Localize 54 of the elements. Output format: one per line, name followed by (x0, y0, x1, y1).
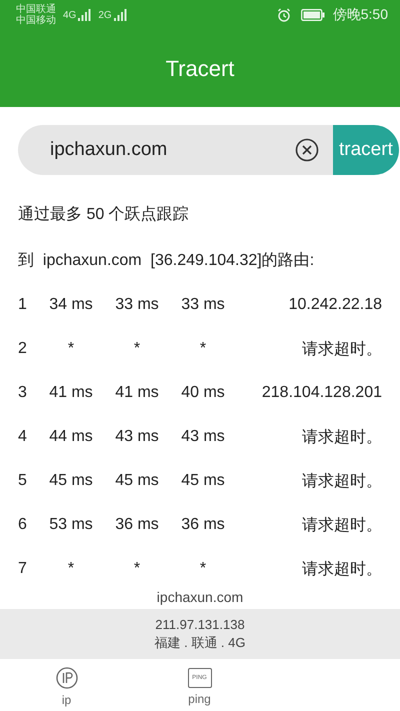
hop-time: 45 ms (180, 472, 226, 490)
hop-address: 请求超时。 (301, 560, 382, 580)
carrier-label: 中国移动 (16, 15, 56, 26)
battery-icon (300, 9, 325, 21)
hop-number: 6 (18, 516, 28, 534)
hop-time: * (132, 560, 142, 578)
hop-number: 2 (18, 340, 28, 358)
output-line: 到 ipchaxun.com [36.249.104.32]的路由: (18, 250, 314, 270)
hop-time: 45 ms (48, 472, 94, 490)
hop-address: 请求超时。 (301, 428, 382, 448)
output-line: 通过最多 50 个跃点跟踪 (18, 204, 189, 224)
network-type-label: 4G (63, 11, 76, 21)
signal-icon (77, 9, 92, 21)
search-bar[interactable]: ipchaxun.com (18, 125, 333, 175)
network-type-label: 2G (98, 11, 112, 21)
hop-time: 36 ms (180, 516, 226, 534)
hop-address: 请求超时。 (301, 340, 382, 360)
app-title: Tracert (166, 56, 234, 82)
nav-tab[interactable]: ip (0, 659, 133, 711)
hop-time: * (198, 340, 208, 358)
hop-time: 33 ms (180, 296, 226, 314)
clock-time: 傍晚5:50 (332, 6, 388, 24)
hop-time: * (132, 340, 142, 358)
clear-icon[interactable] (295, 138, 319, 162)
hop-time: 53 ms (48, 516, 94, 534)
carrier-label: 中国联通 (16, 4, 56, 15)
hop-number: 3 (18, 384, 28, 402)
alarm-icon (276, 8, 291, 22)
ip-address: 211.97.131.138 (155, 616, 245, 634)
hop-address: 218.104.128.201 (260, 384, 382, 402)
hop-time: 41 ms (114, 384, 160, 402)
hop-time: 36 ms (114, 516, 160, 534)
signal-icon (112, 9, 127, 21)
hop-number: 5 (18, 472, 28, 490)
hop-address: 请求超时。 (301, 472, 382, 492)
hop-time: 43 ms (180, 428, 226, 446)
hop-time: 44 ms (48, 428, 94, 446)
hop-number: 4 (18, 428, 28, 446)
hop-time: 41 ms (48, 384, 94, 402)
search-field[interactable]: ipchaxun.com (50, 139, 295, 161)
hop-time: * (66, 340, 76, 358)
hop-time: 34 ms (48, 296, 94, 314)
hop-time: 33 ms (114, 296, 160, 314)
ip-icon (56, 667, 78, 689)
hop-time: 45 ms (114, 472, 160, 490)
hop-time: 43 ms (114, 428, 160, 446)
hop-time: * (66, 560, 76, 578)
hop-number: 1 (18, 296, 28, 314)
hop-address: 10.242.22.18 (288, 296, 382, 314)
hop-time: * (198, 560, 208, 578)
hop-number: 7 (18, 560, 28, 578)
location-label: 福建 . 联通 . 4G (154, 634, 246, 652)
hop-time: 40 ms (180, 384, 226, 402)
hop-address: 请求超时。 (301, 516, 382, 536)
